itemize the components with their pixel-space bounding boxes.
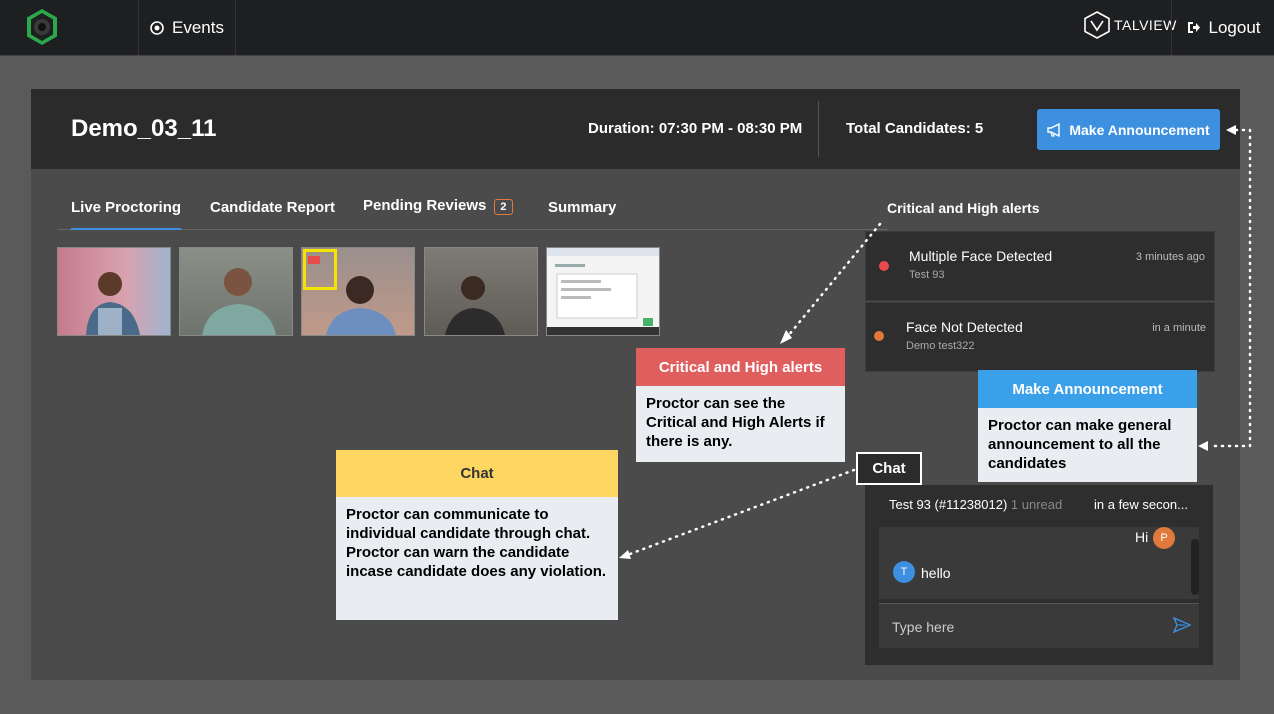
arrow-head bbox=[619, 550, 631, 559]
alerts-connector bbox=[786, 222, 882, 338]
arrow-head bbox=[1198, 441, 1208, 451]
arrow-head bbox=[1226, 125, 1236, 135]
chat-connector bbox=[628, 468, 856, 556]
annotation-arrows bbox=[619, 125, 1252, 559]
announce-connector bbox=[1208, 128, 1252, 448]
